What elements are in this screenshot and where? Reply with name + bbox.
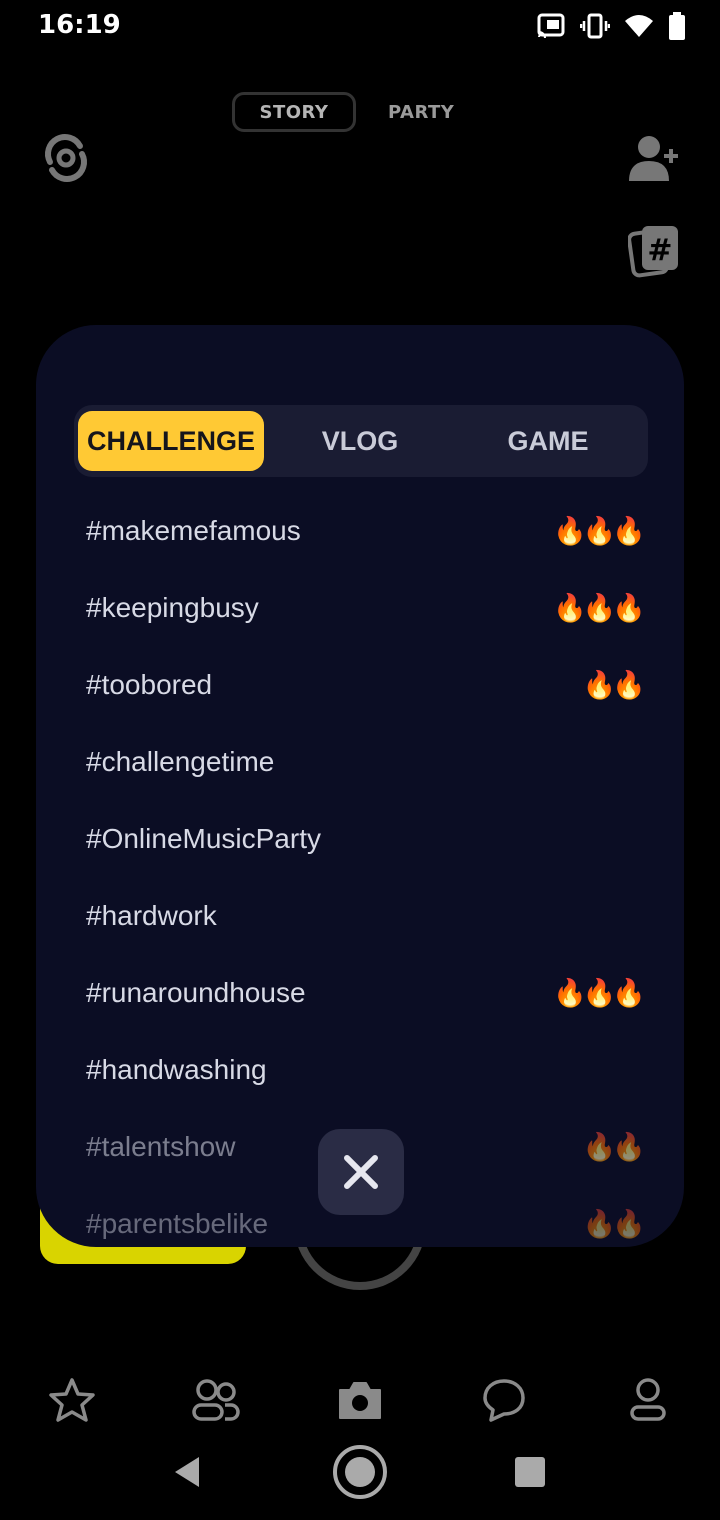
nav-star[interactable] <box>42 1370 102 1430</box>
hashtag-cards-button[interactable]: # <box>628 222 682 278</box>
friends-icon <box>192 1379 240 1421</box>
list-item[interactable]: #makemefamous 🔥🔥🔥 <box>36 497 684 574</box>
fire-rating: 🔥🔥🔥 <box>553 516 646 547</box>
list-item[interactable]: #OnlineMusicParty <box>36 805 684 882</box>
hashtag-panel: CHALLENGE VLOG GAME #makemefamous 🔥🔥🔥 #k… <box>36 325 684 1247</box>
list-item[interactable]: #keepingbusy 🔥🔥🔥 <box>36 574 684 651</box>
category-tabs: CHALLENGE VLOG GAME <box>74 405 648 477</box>
list-item[interactable]: #hardwork <box>36 882 684 959</box>
hashtag-label: #parentsbelike <box>86 1208 269 1239</box>
hashtag-label: #hardwork <box>86 900 217 931</box>
nav-camera[interactable] <box>330 1370 390 1430</box>
status-icons <box>536 12 686 40</box>
home-icon <box>333 1445 387 1499</box>
tab-vlog[interactable]: VLOG <box>266 411 454 471</box>
vibrate-icon <box>580 13 610 39</box>
flip-camera-icon <box>45 134 87 182</box>
fire-rating: 🔥🔥🔥 <box>553 593 646 624</box>
close-button[interactable] <box>318 1129 404 1215</box>
list-item[interactable]: #challengetime <box>36 728 684 805</box>
party-mode-button[interactable]: PARTY <box>388 102 454 123</box>
mode-switch: STORY PARTY <box>232 92 454 132</box>
wifi-icon <box>625 15 653 37</box>
recents-button[interactable] <box>500 1442 560 1502</box>
status-bar: 16:19 <box>0 0 720 54</box>
nav-chat[interactable] <box>474 1370 534 1430</box>
star-icon <box>49 1378 95 1422</box>
chat-icon <box>483 1379 525 1422</box>
hashtag-label: #handwashing <box>86 1054 267 1085</box>
hashtag-label: #makemefamous <box>86 515 301 546</box>
home-button[interactable] <box>330 1442 390 1502</box>
recents-icon <box>515 1457 545 1487</box>
tab-challenge[interactable]: CHALLENGE <box>78 411 264 471</box>
flip-camera-button[interactable] <box>38 130 94 186</box>
back-icon <box>175 1457 199 1487</box>
add-friend-button[interactable] <box>626 132 682 184</box>
fire-rating: 🔥🔥 <box>582 1209 646 1240</box>
svg-text:#: # <box>647 233 672 268</box>
list-item[interactable]: #handwashing <box>36 1036 684 1113</box>
hashtag-label: #challengetime <box>86 746 275 777</box>
tab-game[interactable]: GAME <box>454 411 642 471</box>
back-button[interactable] <box>158 1442 218 1502</box>
profile-icon <box>630 1378 666 1421</box>
cast-icon <box>537 13 565 39</box>
fire-rating: 🔥🔥🔥 <box>553 978 646 1009</box>
system-nav <box>0 1440 720 1510</box>
close-icon <box>344 1155 378 1189</box>
list-item[interactable]: #runaroundhouse 🔥🔥🔥 <box>36 959 684 1036</box>
fire-rating: 🔥🔥 <box>582 670 646 701</box>
nav-friends[interactable] <box>186 1370 246 1430</box>
camera-icon <box>339 1382 381 1419</box>
bottom-nav <box>0 1370 720 1430</box>
add-friend-icon <box>629 136 678 181</box>
hashtag-label: #talentshow <box>86 1131 236 1162</box>
fire-rating: 🔥🔥 <box>582 1132 646 1163</box>
hashtag-label: #runaroundhouse <box>86 977 306 1008</box>
battery-icon <box>669 12 685 40</box>
status-time: 16:19 <box>38 10 121 40</box>
hashtag-label: #keepingbusy <box>86 592 259 623</box>
list-item[interactable]: #toobored 🔥🔥 <box>36 651 684 728</box>
hashtag-cards-icon: # <box>628 226 678 278</box>
hashtag-label: #toobored <box>86 669 213 700</box>
story-mode-button[interactable]: STORY <box>232 92 356 132</box>
hashtag-label: #OnlineMusicParty <box>86 823 321 854</box>
nav-profile[interactable] <box>618 1370 678 1430</box>
